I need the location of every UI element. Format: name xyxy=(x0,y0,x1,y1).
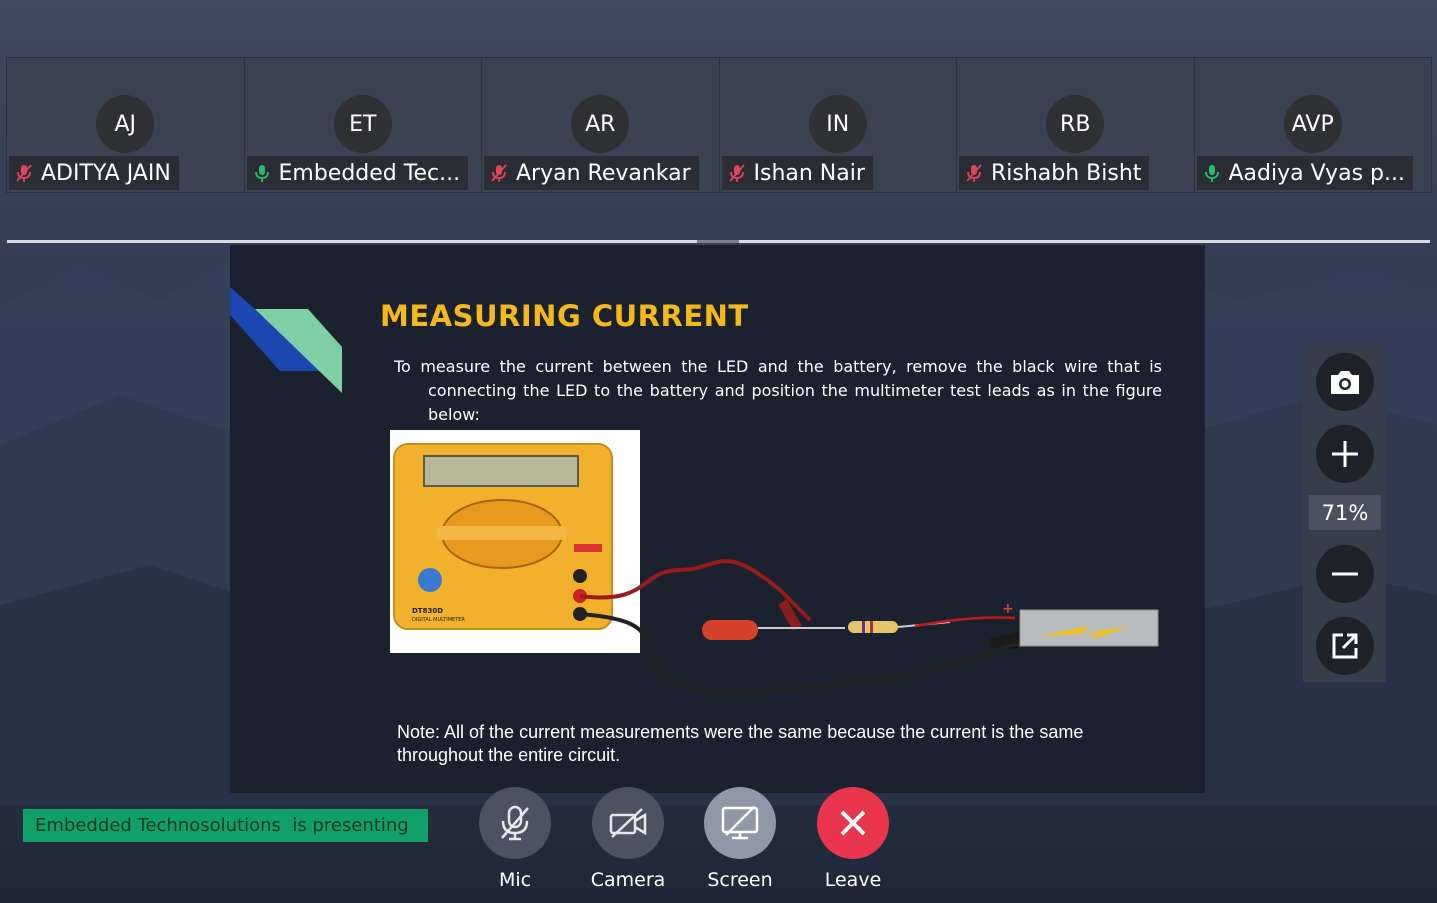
participant-tile[interactable]: IN Ishan Nair xyxy=(719,58,957,192)
multimeter-model-text: DT830D xyxy=(412,607,443,615)
camera-off-icon xyxy=(609,808,647,838)
mic-muted-icon xyxy=(491,164,507,182)
participant-name: Aadiya Vyas p... xyxy=(1228,160,1405,186)
presenting-banner: Embedded Technosolutions is presenting xyxy=(23,809,428,842)
participant-name: Ishan Nair xyxy=(753,160,865,186)
slide-note: Note: All of the current measurements we… xyxy=(397,722,1084,765)
plus-icon xyxy=(1332,441,1358,467)
slide-body: To measure the current between the LED a… xyxy=(394,357,1162,424)
close-icon xyxy=(840,810,866,836)
leave-button[interactable]: Leave xyxy=(803,787,903,891)
screen-share-off-icon xyxy=(721,806,759,840)
participant-tile[interactable]: AVP Aadiya Vyas p... xyxy=(1194,58,1431,192)
avatar: IN xyxy=(808,95,867,153)
zoom-in-button[interactable] xyxy=(1316,425,1374,483)
pop-out-button[interactable] xyxy=(1316,617,1374,675)
mic-on-icon xyxy=(254,165,269,182)
avatar: ET xyxy=(333,95,392,153)
leave-button-circle[interactable] xyxy=(817,787,889,859)
participant-name: ADITYA JAIN xyxy=(41,160,171,186)
participant-nametag: Aadiya Vyas p... xyxy=(1196,156,1413,190)
participant-tile[interactable]: RB Rishabh Bisht xyxy=(957,58,1195,192)
mic-muted-icon xyxy=(966,164,982,182)
screen-label: Screen xyxy=(707,869,773,891)
mic-button-circle[interactable] xyxy=(479,787,551,859)
battery-plus-sign: + xyxy=(1002,601,1014,617)
screen-share-button[interactable]: Screen xyxy=(690,787,790,891)
external-link-icon xyxy=(1332,633,1358,659)
multimeter-caption-text: DIGITAL MULTIMETER xyxy=(412,617,465,623)
participant-nametag: Rishabh Bisht xyxy=(959,156,1150,190)
slide-figure: DT830D DIGITAL MULTIMETER + − xyxy=(390,430,1159,694)
participant-nametag: ADITYA JAIN xyxy=(9,156,179,190)
participant-nametag: Embedded Tec... xyxy=(246,156,469,190)
mic-off-icon xyxy=(501,805,529,841)
mic-button[interactable]: Mic xyxy=(465,787,565,891)
mic-on-icon xyxy=(1204,165,1219,182)
snapshot-button[interactable] xyxy=(1316,353,1374,411)
participant-nametag: Ishan Nair xyxy=(721,156,873,190)
battery-minus-sign: − xyxy=(1008,640,1020,656)
participant-name: Aryan Revankar xyxy=(516,160,691,186)
participant-name: Embedded Tec... xyxy=(278,160,461,186)
mic-muted-icon xyxy=(728,164,745,182)
participant-tile[interactable]: AR Aryan Revankar xyxy=(482,58,720,192)
zoom-out-button[interactable] xyxy=(1316,545,1374,603)
participants-strip: AJ ADITYA JAIN ET Embedded Tec... AR Ary… xyxy=(6,57,1432,193)
camera-button-circle[interactable] xyxy=(592,787,664,859)
avatar: AVP xyxy=(1283,95,1342,153)
avatar: AJ xyxy=(96,95,155,153)
zoom-panel: 71% xyxy=(1303,342,1386,682)
avatar: RB xyxy=(1046,95,1105,153)
participant-tile[interactable]: ET Embedded Tec... xyxy=(244,58,482,192)
camera-button[interactable]: Camera xyxy=(578,787,678,891)
camera-label: Camera xyxy=(590,869,666,891)
minus-icon xyxy=(1332,572,1358,576)
avatar: AR xyxy=(571,95,630,153)
participant-nametag: Aryan Revankar xyxy=(484,156,699,190)
shared-screen: MEASURING CURRENT To measure the current… xyxy=(230,245,1205,793)
slide-logo-shapes xyxy=(230,287,342,393)
camera-snapshot-icon xyxy=(1331,371,1359,394)
resize-handle[interactable] xyxy=(697,240,739,243)
participant-tile[interactable]: AJ ADITYA JAIN xyxy=(7,58,245,192)
mic-label: Mic xyxy=(498,869,532,891)
participant-name: Rishabh Bisht xyxy=(991,160,1142,186)
leave-label: Leave xyxy=(824,869,882,891)
zoom-level: 71% xyxy=(1309,495,1381,530)
screen-share-circle[interactable] xyxy=(704,787,776,859)
slide-title: MEASURING CURRENT xyxy=(380,299,749,333)
mic-muted-icon xyxy=(16,164,32,182)
